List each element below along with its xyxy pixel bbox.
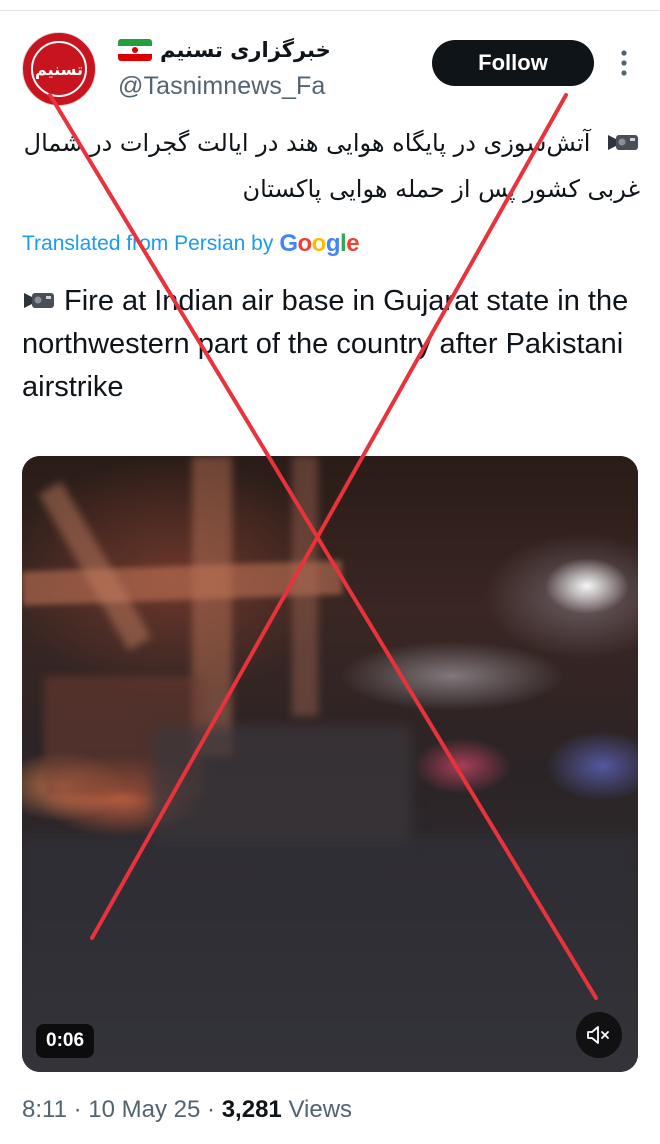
avatar[interactable]: تسنیم xyxy=(22,32,96,106)
tweet-original-text: آتش‌سوزی در پایگاه هوایی هند در ایالت گج… xyxy=(22,120,640,212)
iran-flag-icon xyxy=(118,39,152,61)
tweet-translated-text: Fire at Indian air base in Gujarat state… xyxy=(22,280,642,409)
views-count: 3,281 xyxy=(221,1096,282,1123)
video-player[interactable]: 0:06 xyxy=(22,456,638,1072)
display-name-text: خبرگزاری تسنیم xyxy=(160,38,331,62)
speaker-muted-icon xyxy=(587,1026,609,1044)
video-camera-icon xyxy=(606,123,640,150)
english-text: Fire at Indian air base in Gujarat state… xyxy=(22,285,629,403)
tweet-meta: 8:11 · 10 May 25 · 3,281 Views xyxy=(22,1096,353,1123)
tweet-time[interactable]: 8:11 xyxy=(22,1096,67,1123)
tweet: تسنیم خبرگزاری تسنیم @Tasnimnews_Fa Foll… xyxy=(0,0,660,1144)
more-vertical-icon xyxy=(621,50,627,76)
unmute-button[interactable] xyxy=(576,1012,622,1058)
google-logo: Google xyxy=(279,230,360,257)
tweet-date[interactable]: 10 May 25 xyxy=(88,1096,200,1123)
translated-label: Translated from Persian by xyxy=(22,232,274,255)
more-options-button[interactable] xyxy=(612,46,636,80)
display-name[interactable]: خبرگزاری تسنیم xyxy=(118,34,331,66)
video-duration: 0:06 xyxy=(36,1024,95,1058)
video-camera-icon xyxy=(22,282,56,308)
follow-button[interactable]: Follow xyxy=(432,40,594,86)
views-label: Views xyxy=(288,1096,353,1123)
avatar-logo-text: تسنیم xyxy=(35,59,83,79)
persian-text: آتش‌سوزی در پایگاه هوایی هند در ایالت گج… xyxy=(23,129,640,203)
account-handle[interactable]: @Tasnimnews_Fa xyxy=(118,72,325,101)
translation-attribution[interactable]: Translated from Persian by Google xyxy=(22,230,360,258)
avatar-logo: تسنیم xyxy=(31,41,87,97)
